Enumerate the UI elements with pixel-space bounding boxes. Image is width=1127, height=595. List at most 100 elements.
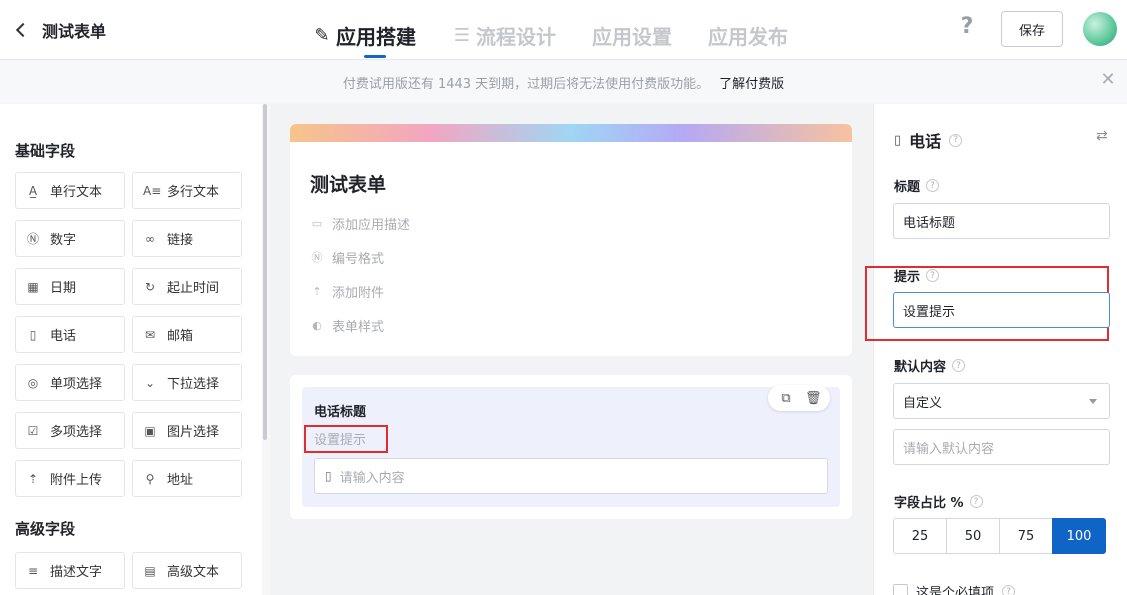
field-label: 描述文字 xyxy=(50,565,103,580)
field-address[interactable]: ⚲ 地址 xyxy=(132,460,242,497)
tab-label: 应用设置 xyxy=(592,24,672,49)
field-multi-line-text[interactable]: A≡ 多行文本 xyxy=(132,172,242,209)
title-label-text: 标题 xyxy=(894,180,921,195)
swap-icon[interactable]: ⇄ xyxy=(1096,128,1108,144)
field-upload[interactable]: ⇡ 附件上传 xyxy=(15,460,125,497)
option-label: 编号格式 xyxy=(332,252,385,267)
required-option[interactable]: 这是个必填项 ? xyxy=(893,582,1016,595)
tab-app-build[interactable]: ✎ 应用搭建 xyxy=(312,12,416,58)
option-label: 添加附件 xyxy=(332,286,385,301)
phone-input[interactable]: ▯ 请输入内容 xyxy=(314,458,828,494)
back-button[interactable]: 测试表单 xyxy=(14,18,106,42)
ratio-option-50[interactable]: 50 xyxy=(946,518,1000,554)
phone-icon: ▯ xyxy=(29,327,37,342)
ratio-option-75[interactable]: 75 xyxy=(999,518,1053,554)
field-checkbox[interactable]: ☑ 多项选择 xyxy=(15,412,125,449)
dropdown-icon: ⌄ xyxy=(144,375,156,390)
main-tabs: ✎ 应用搭建 ☰ 流程设计 应用设置 应用发布 xyxy=(312,12,788,58)
default-content-input[interactable]: 请输入默认内容 xyxy=(893,429,1110,465)
rich-text-icon: ▤ xyxy=(144,563,156,578)
help-icon[interactable]: ? xyxy=(926,269,940,282)
default-content-label: 默认内容? xyxy=(894,356,966,375)
comment-icon: ▭ xyxy=(311,216,323,230)
help-icon[interactable]: ? xyxy=(954,14,980,42)
field-dropdown[interactable]: ⌄ 下拉选择 xyxy=(132,364,242,401)
field-radio[interactable]: ◎ 单项选择 xyxy=(15,364,125,401)
tab-flow-design[interactable]: ☰ 流程设计 xyxy=(452,12,556,58)
save-button[interactable]: 保存 xyxy=(1001,11,1063,47)
width-ratio-group: 25 50 75 100 xyxy=(893,518,1106,554)
phone-field-selected[interactable]: ⧉ 🗑 电话标题 设置提示 ▯ 请输入内容 xyxy=(302,385,840,507)
trial-notice: 付费试用版还有 1443 天到期，过期后将无法使用付费版功能。 了解付费版 ✕ xyxy=(0,61,1127,103)
field-label: 多项选择 xyxy=(50,425,103,440)
address-icon: ⚲ xyxy=(145,471,155,486)
copy-icon[interactable]: ⧉ xyxy=(779,391,793,406)
field-label: 起止时间 xyxy=(167,281,220,296)
add-description-option[interactable]: ▭ 添加应用描述 xyxy=(310,214,411,234)
field-time-range[interactable]: ↻ 起止时间 xyxy=(132,268,242,305)
avatar[interactable] xyxy=(1083,12,1117,46)
hint-label: 提示? xyxy=(894,266,940,285)
app-title: 测试表单 xyxy=(42,22,107,41)
title-input[interactable]: 电话标题 xyxy=(893,203,1110,239)
chevron-down-icon xyxy=(1089,399,1097,404)
field-palette: 基础字段 A̲ 单行文本 A≡ 多行文本 Ⓝ 数字 ∞ 链接 ▦ 日期 ↻ 起止时间 ▯ 电话… xyxy=(0,104,262,595)
form-style-option[interactable]: ◐ 表单样式 xyxy=(310,316,384,336)
help-icon[interactable]: ? xyxy=(949,133,963,147)
field-link[interactable]: ∞ 链接 xyxy=(132,220,242,257)
tab-app-settings[interactable]: 应用设置 xyxy=(592,12,672,58)
tab-label: 应用搭建 xyxy=(336,24,416,49)
palette-scrollbar[interactable] xyxy=(263,104,267,440)
field-label: 附件上传 xyxy=(50,473,103,488)
field-date[interactable]: ▦ 日期 xyxy=(15,268,125,305)
field-hint: 设置提示 xyxy=(314,433,367,448)
multi-line-text-icon: A≡ xyxy=(143,183,162,198)
field-mail[interactable]: ✉ 邮箱 xyxy=(132,316,242,353)
field-label: 单项选择 xyxy=(50,377,103,392)
tab-label: 流程设计 xyxy=(476,24,556,49)
panel-header: ▯ 电话 ? xyxy=(894,128,963,152)
field-label: 链接 xyxy=(167,233,194,248)
field-phone[interactable]: ▯ 电话 xyxy=(15,316,125,353)
hint-label-text: 提示 xyxy=(894,270,921,285)
number-format-option[interactable]: Ⓝ 编号格式 xyxy=(310,248,385,268)
calendar-icon: ▦ xyxy=(27,279,39,294)
help-icon[interactable]: ? xyxy=(969,495,983,508)
form-title[interactable]: 测试表单 xyxy=(310,170,386,197)
field-number[interactable]: Ⓝ 数字 xyxy=(15,220,125,257)
field-actions: ⧉ 🗑 xyxy=(768,385,830,411)
field-image[interactable]: ▣ 图片选择 xyxy=(132,412,242,449)
upgrade-link[interactable]: 了解付费版 xyxy=(719,73,784,92)
field-label: 邮箱 xyxy=(167,329,194,344)
palette-icon: ◐ xyxy=(312,318,322,332)
image-icon: ▣ xyxy=(144,423,156,438)
add-attachment-option[interactable]: ⇡ 添加附件 xyxy=(310,282,385,302)
help-icon[interactable]: ? xyxy=(926,179,940,192)
upload-icon: ⇡ xyxy=(27,471,39,486)
default-type-select[interactable]: 自定义 xyxy=(893,383,1110,419)
hint-input[interactable]: 设置提示 xyxy=(893,292,1110,328)
help-icon[interactable]: ? xyxy=(1002,585,1016,595)
ratio-option-25[interactable]: 25 xyxy=(893,518,947,554)
form-banner xyxy=(290,124,852,142)
field-label: 电话 xyxy=(50,329,77,344)
tab-app-publish[interactable]: 应用发布 xyxy=(708,12,788,58)
phone-field-card[interactable]: ⧉ 🗑 电话标题 设置提示 ▯ 请输入内容 xyxy=(290,375,852,519)
trash-icon[interactable]: 🗑 xyxy=(805,391,822,406)
close-icon[interactable]: ✕ xyxy=(1099,71,1117,89)
option-label: 添加应用描述 xyxy=(332,218,411,233)
form-header-card: 测试表单 ▭ 添加应用描述 Ⓝ 编号格式 ⇡ 添加附件 ◐ 表单样式 xyxy=(290,124,852,356)
help-icon[interactable]: ? xyxy=(952,359,966,372)
field-single-line-text[interactable]: A̲ 单行文本 xyxy=(15,172,125,209)
required-label: 这是个必填项 xyxy=(916,586,995,595)
ratio-label-text: 字段占比 % xyxy=(894,496,964,511)
field-description[interactable]: ≡ 描述文字 xyxy=(15,552,125,589)
field-label: 图片选择 xyxy=(167,425,220,440)
ratio-option-100[interactable]: 100 xyxy=(1052,518,1106,554)
time-range-icon: ↻ xyxy=(144,279,156,294)
field-label: 高级文本 xyxy=(167,565,220,580)
field-rich-text[interactable]: ▤ 高级文本 xyxy=(132,552,242,589)
number-format-icon: Ⓝ xyxy=(311,250,323,264)
required-checkbox[interactable] xyxy=(893,584,908,595)
basic-fields-title: 基础字段 xyxy=(15,142,76,160)
